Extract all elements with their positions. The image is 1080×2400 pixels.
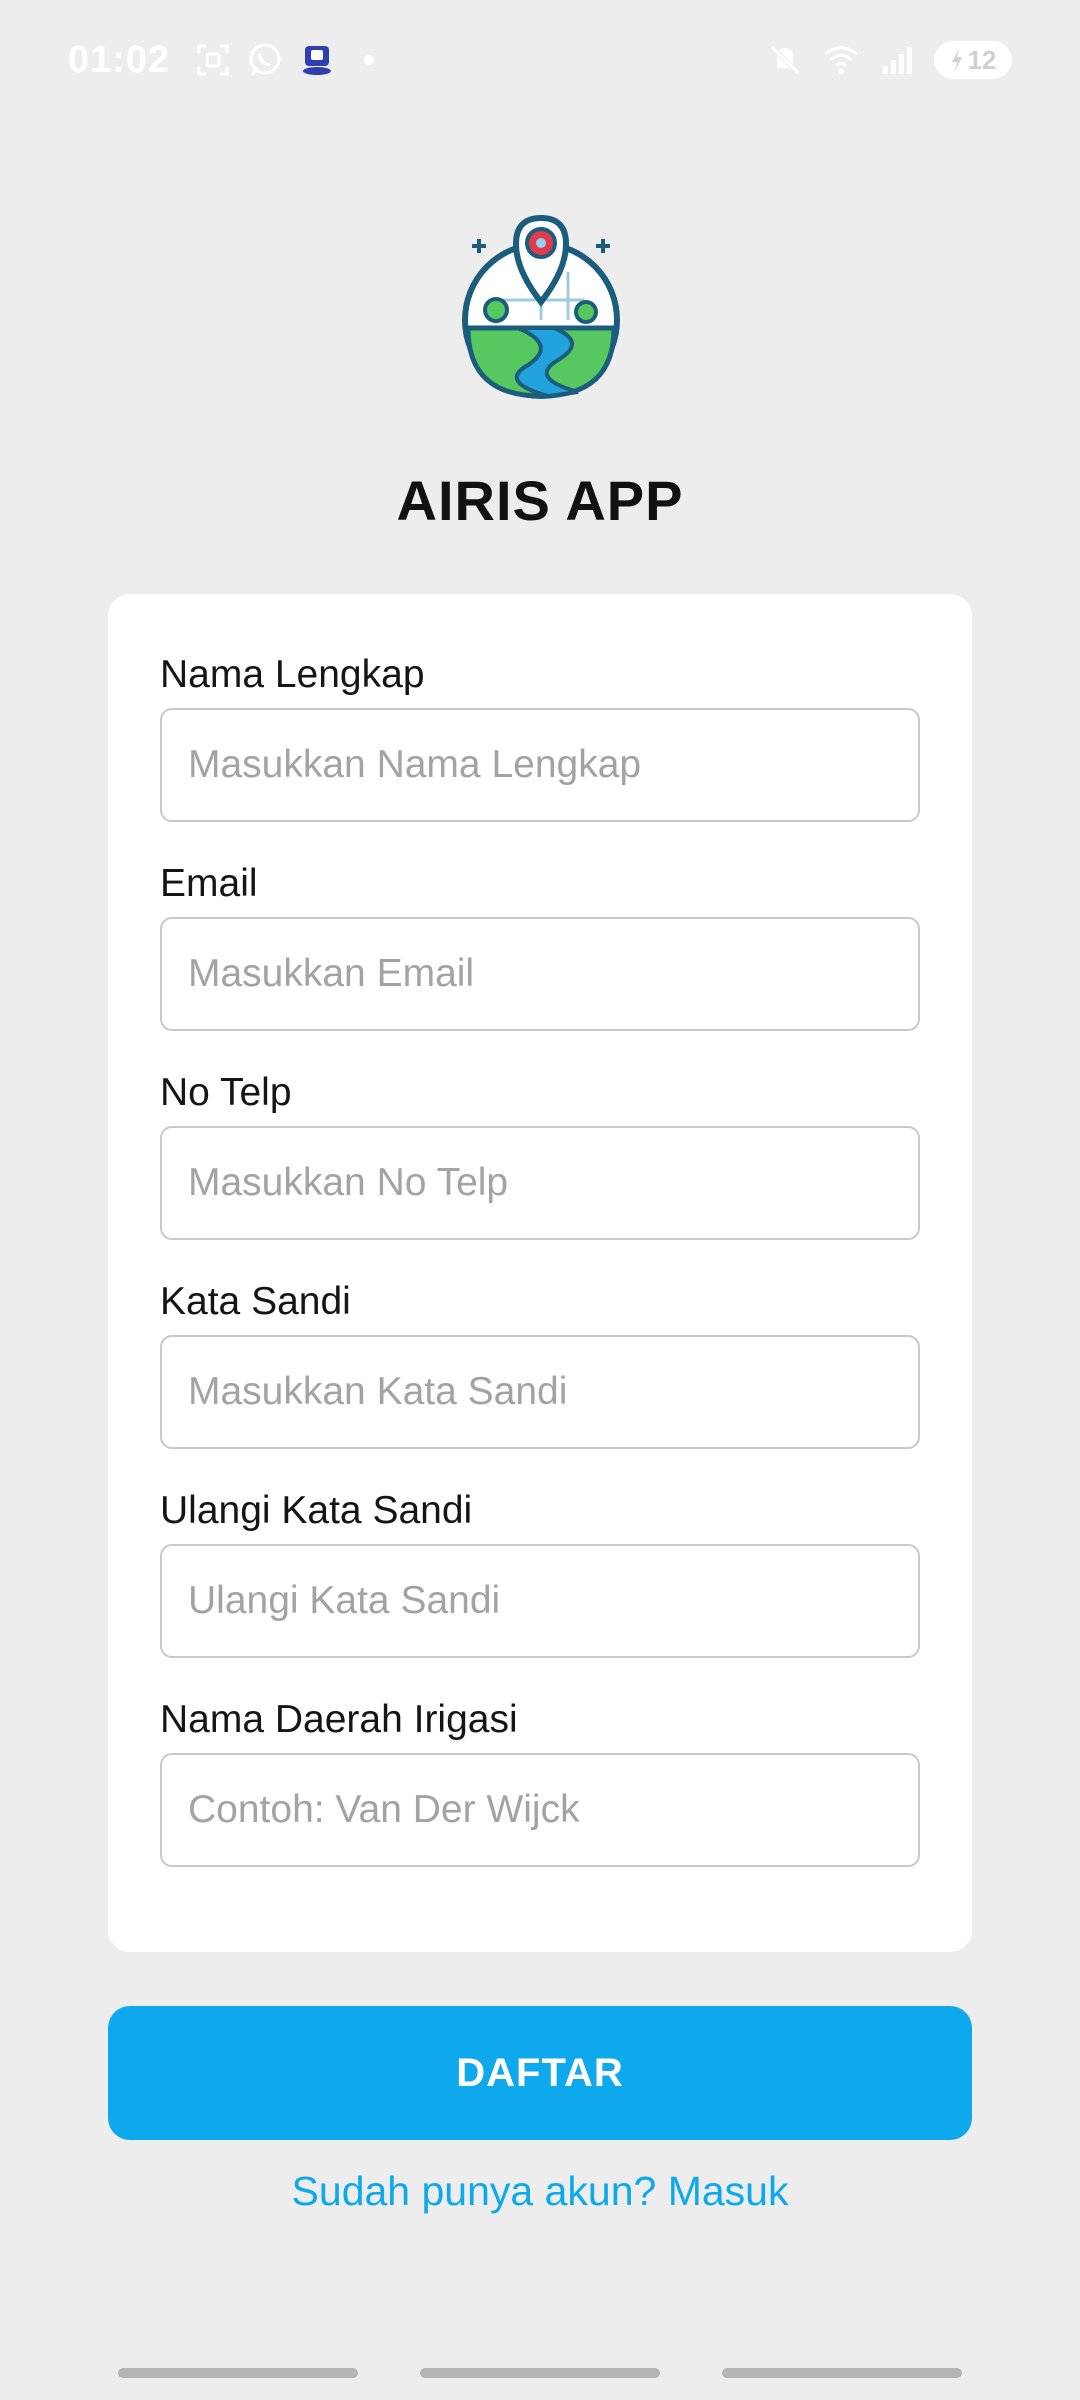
screenshot-icon (194, 41, 232, 79)
password-label: Kata Sandi (160, 1280, 351, 1323)
register-form-card: Nama Lengkap Email No Telp Kata Sandi Ul… (108, 594, 972, 1952)
nav-pill-center[interactable] (420, 2368, 660, 2378)
register-screen: 01:02 12 AIRIS APP Nama Lengkap Masukkan… (0, 0, 1080, 2400)
phone-input[interactable] (160, 1126, 920, 1240)
status-right: 12 (766, 41, 1012, 79)
email-label: Email (160, 862, 258, 905)
email-field: Email (160, 859, 920, 1031)
login-link[interactable]: Sudah punya akun? Masuk (0, 2168, 1080, 2215)
phone-label: No Telp (160, 1071, 292, 1114)
full-name-field: Nama Lengkap (160, 650, 920, 822)
navigation-bar (0, 2368, 1080, 2380)
confirm-password-input[interactable] (160, 1544, 920, 1658)
nav-pill-right[interactable] (722, 2368, 962, 2378)
status-left: 01:02 (68, 38, 375, 82)
irrigation-area-field: Nama Daerah Irigasi (160, 1695, 920, 1867)
full-name-label: Nama Lengkap (160, 653, 425, 696)
battery-icon: 12 (934, 41, 1012, 79)
wifi-icon (822, 41, 860, 79)
confirm-password-field: Ulangi Kata Sandi (160, 1486, 920, 1658)
battery-level: 12 (967, 44, 997, 75)
irrigation-area-label: Nama Daerah Irigasi (160, 1698, 518, 1741)
register-button[interactable]: DAFTAR (108, 2006, 972, 2140)
irrigation-area-input[interactable] (160, 1753, 920, 1867)
status-time: 01:02 (68, 38, 171, 81)
status-bar: 01:02 12 (0, 0, 1080, 120)
email-input[interactable] (160, 917, 920, 1031)
signal-icon (878, 41, 916, 79)
app-logo-icon (462, 214, 620, 399)
app-title: AIRIS APP (396, 469, 684, 532)
notification-dot (364, 55, 375, 65)
password-field: Kata Sandi (160, 1277, 920, 1449)
confirm-password-label: Ulangi Kata Sandi (160, 1489, 473, 1532)
nav-pill-left[interactable] (118, 2368, 358, 2378)
full-name-input[interactable] (160, 708, 920, 822)
phone-field: No Telp (160, 1068, 920, 1240)
app-badge-icon (298, 41, 336, 79)
whatsapp-icon (246, 41, 284, 79)
mute-icon (766, 41, 804, 79)
password-input[interactable] (160, 1335, 920, 1449)
